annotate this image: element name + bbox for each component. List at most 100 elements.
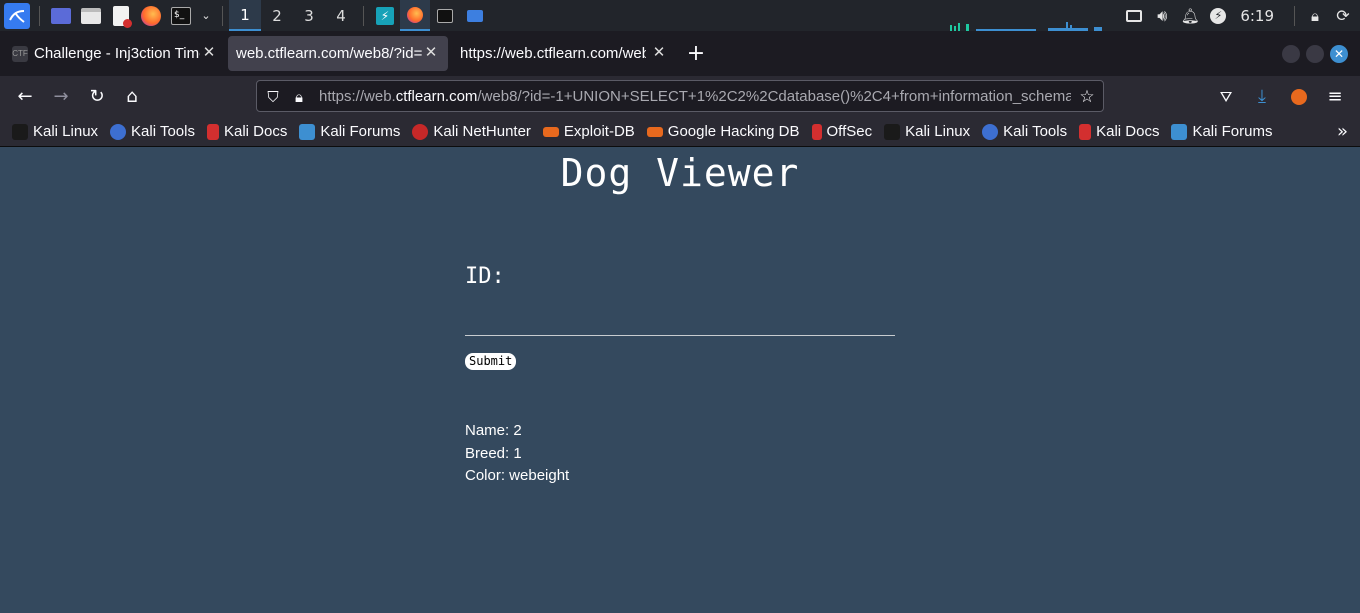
tab-title: web.ctflearn.com/web8/?id=-1+UNION	[236, 45, 422, 62]
maximize-button[interactable]	[1306, 45, 1324, 63]
close-icon[interactable]: ✕	[422, 44, 440, 62]
bookmark-label: OffSec	[826, 123, 873, 140]
close-icon[interactable]: ✕	[650, 44, 668, 62]
bookmark-kali-docs-2[interactable]: Kali Docs	[1079, 123, 1159, 140]
bookmark-label: Kali Docs	[1096, 123, 1160, 140]
bookmark-kali-linux-2[interactable]: Kali Linux	[884, 123, 970, 140]
kali-docs-icon	[1079, 123, 1092, 140]
extension-icon[interactable]	[1287, 85, 1311, 109]
workspace-3[interactable]: 3	[293, 0, 325, 31]
bookmark-label: Kali Linux	[905, 123, 971, 140]
submit-button[interactable]: Submit	[465, 353, 517, 370]
url-text[interactable]: https://web.ctflearn.com/web8/?id=-1+UNI…	[319, 88, 1071, 105]
url-bar[interactable]: ⛉ 🔒︎ https://web.ctflearn.com/web8/?id=-…	[256, 80, 1104, 112]
navigation-toolbar: ← → ↻ ⌂ ⛉ 🔒︎ https://web.ctflearn.com/we…	[0, 76, 1360, 117]
back-button[interactable]: ←	[13, 85, 37, 109]
bookmark-kali-docs[interactable]: Kali Docs	[206, 123, 288, 140]
bookmarks-toolbar: Kali Linux Kali Tools Kali Docs Kali For…	[0, 117, 1360, 147]
bookmark-kali-tools-2[interactable]: Kali Tools	[982, 123, 1067, 140]
bookmark-label: Kali Forums	[1192, 123, 1273, 140]
kali-linux-icon	[12, 123, 28, 140]
url-path: /web8/?id=-1+UNION+SELECT+1%2C2%2Cdataba…	[477, 88, 1071, 105]
kali-linux-icon	[884, 123, 901, 140]
logout-icon[interactable]: ⟳	[1332, 4, 1354, 28]
desktop-icon[interactable]	[49, 4, 73, 28]
kali-forums-icon	[299, 123, 316, 140]
home-button[interactable]: ⌂	[120, 85, 144, 109]
taskbar-separator	[222, 5, 223, 26]
terminal-icon[interactable]: $_	[169, 4, 193, 28]
minimize-button[interactable]	[1282, 45, 1300, 63]
tab-web8[interactable]: https://web.ctflearn.com/web8/ ✕	[450, 36, 676, 71]
bookmark-label: Kali Docs	[223, 123, 288, 140]
workspace-1[interactable]: 1	[229, 0, 261, 31]
shield-icon[interactable]: ⛉	[263, 87, 283, 107]
tab-title: https://web.ctflearn.com/web8/	[460, 45, 646, 62]
file-manager-icon[interactable]	[79, 4, 103, 28]
result-breed: Breed: 1	[465, 445, 522, 462]
power-manager-icon[interactable]: ⚡	[1207, 4, 1229, 28]
bookmark-kali-forums-2[interactable]: Kali Forums	[1171, 123, 1272, 140]
notification-bell-icon[interactable]: 🔔︎	[1179, 4, 1201, 28]
bookmark-label: Kali Forums	[320, 123, 401, 140]
window-close-button[interactable]: ✕	[1330, 45, 1348, 63]
google-hacking-db-icon	[646, 126, 663, 137]
bookmark-label: Kali Tools	[1003, 123, 1068, 140]
new-tab-button[interactable]: +	[684, 43, 708, 67]
app-window-icon[interactable]: ⚡	[373, 4, 397, 28]
firefox-window-icon[interactable]	[400, 0, 430, 31]
web-page: Dog Viewer ID: Submit Name: 2 Breed: 1 C…	[0, 148, 1360, 613]
clock[interactable]: 6:19	[1240, 7, 1274, 25]
lock-icon[interactable]: 🔒︎	[1304, 4, 1326, 28]
bookmark-kali-linux[interactable]: Kali Linux	[12, 123, 98, 140]
tab-challenge[interactable]: CTF Challenge - Inj3ction Time ✕	[4, 36, 226, 71]
network-graph	[950, 22, 1102, 31]
taskbar-separator	[363, 5, 364, 26]
close-icon[interactable]: ✕	[200, 44, 218, 62]
id-label: ID:	[465, 264, 505, 289]
tab-favicon: CTF	[12, 46, 28, 62]
bookmark-label: Kali Linux	[33, 123, 99, 140]
bookmark-kali-forums[interactable]: Kali Forums	[299, 123, 400, 140]
kali-nethunter-icon	[412, 123, 429, 140]
id-input[interactable]	[465, 310, 895, 336]
folder-window-icon[interactable]	[463, 4, 487, 28]
reload-button[interactable]: ↻	[85, 85, 109, 109]
lock-icon[interactable]: 🔒︎	[289, 87, 309, 107]
taskbar-separator	[39, 5, 40, 26]
chevron-down-icon[interactable]: ⌄	[199, 4, 213, 28]
url-host: ctflearn.com	[395, 88, 478, 105]
exploit-db-icon	[542, 126, 559, 137]
tab-web8-active[interactable]: web.ctflearn.com/web8/?id=-1+UNION ✕	[228, 36, 448, 71]
bookmark-label: Google Hacking DB	[667, 123, 800, 140]
system-taskbar: $_ ⌄ 1 2 3 4 ⚡ 🔊︎ 🔔︎ ⚡ 6:19 🔒︎ ⟳	[0, 0, 1360, 31]
bookmark-kali-nethunter[interactable]: Kali NetHunter	[412, 123, 531, 140]
chevron-right-icon[interactable]: »	[1337, 121, 1348, 142]
bookmark-exploit-db[interactable]: Exploit-DB	[542, 123, 635, 140]
display-icon[interactable]	[1123, 4, 1145, 28]
text-editor-icon[interactable]	[109, 4, 133, 28]
forward-button[interactable]: →	[49, 85, 73, 109]
menu-icon[interactable]: ≡	[1323, 85, 1347, 109]
downloads-icon[interactable]: ⤓	[1250, 85, 1274, 109]
page-title: Dog Viewer	[560, 151, 800, 195]
bookmark-kali-tools[interactable]: Kali Tools	[110, 123, 195, 140]
offsec-icon	[811, 123, 822, 140]
tab-title: Challenge - Inj3ction Time	[34, 45, 200, 62]
firefox-icon[interactable]	[139, 4, 163, 28]
kali-docs-icon	[206, 123, 219, 140]
kali-menu-icon[interactable]	[4, 2, 30, 29]
kali-tools-icon	[110, 123, 127, 140]
bookmark-google-hacking-db[interactable]: Google Hacking DB	[646, 123, 800, 140]
workspace-2[interactable]: 2	[261, 0, 293, 31]
kali-tools-icon	[982, 123, 999, 140]
bookmark-star-icon[interactable]: ☆	[1077, 87, 1097, 107]
terminal-window-icon[interactable]	[433, 4, 457, 28]
bookmark-offsec[interactable]: OffSec	[811, 123, 873, 140]
bookmark-label: Kali NetHunter	[433, 123, 531, 140]
bookmark-label: Kali Tools	[131, 123, 195, 140]
browser-tab-strip: CTF Challenge - Inj3ction Time ✕ web.ctf…	[0, 31, 1360, 76]
volume-icon[interactable]: 🔊︎	[1151, 4, 1173, 28]
workspace-4[interactable]: 4	[325, 0, 357, 31]
pocket-icon[interactable]: ⛛	[1214, 85, 1238, 109]
